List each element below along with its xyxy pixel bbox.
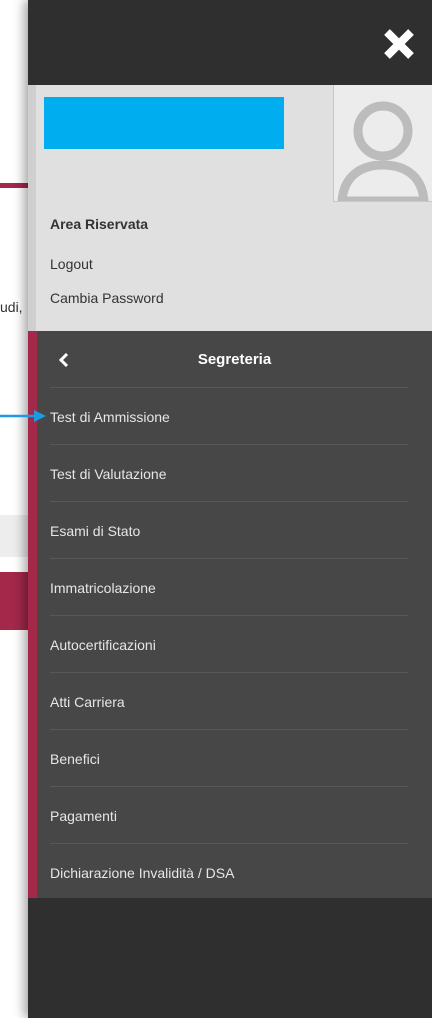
user-panel-edge [28, 85, 36, 331]
change-password-link[interactable]: Cambia Password [50, 290, 164, 306]
menu-item-label: Pagamenti [50, 808, 117, 824]
menu-divider [50, 786, 408, 787]
menu-title: Segreteria [197, 351, 272, 368]
menu-item-benefici[interactable]: Benefici [37, 729, 432, 786]
menu-divider [50, 729, 408, 730]
menu-item-label: Atti Carriera [50, 694, 125, 710]
menu-accent-bar [28, 331, 37, 898]
menu-item-test-valutazione[interactable]: Test di Valutazione [37, 444, 432, 501]
drawer-header [28, 0, 432, 85]
menu-item-dichiarazione-invalidita[interactable]: Dichiarazione Invalidità / DSA [37, 843, 432, 900]
drawer-footer [28, 898, 432, 1018]
user-panel: Area Riservata Logout Cambia Password [28, 85, 432, 331]
menu-item-label: Dichiarazione Invalidità / DSA [50, 865, 235, 881]
menu-item-autocertificazioni[interactable]: Autocertificazioni [37, 615, 432, 672]
menu-divider [50, 615, 408, 616]
menu-item-test-ammissione[interactable]: Test di Ammissione [37, 387, 432, 444]
user-avatar-icon [333, 85, 432, 202]
menu-divider [50, 558, 408, 559]
background-button[interactable] [0, 572, 30, 630]
segreteria-menu: Segreteria Test di Ammissione Test di Va… [28, 331, 432, 898]
close-icon[interactable] [382, 27, 416, 61]
menu-divider [50, 843, 408, 844]
menu-item-esami-stato[interactable]: Esami di Stato [37, 501, 432, 558]
menu-item-immatricolazione[interactable]: Immatricolazione [37, 558, 432, 615]
menu-divider [50, 501, 408, 502]
menu-item-label: Esami di Stato [50, 523, 141, 539]
background-band [0, 515, 30, 557]
logout-link[interactable]: Logout [50, 256, 93, 272]
menu-item-label: Benefici [50, 751, 100, 767]
menu-item-label: Test di Valutazione [50, 466, 167, 482]
menu-item-label: Autocertificazioni [50, 637, 156, 653]
menu-list: Test di Ammissione Test di Valutazione E… [37, 387, 432, 900]
background-accent-line [0, 183, 30, 188]
user-name-bar [44, 97, 284, 149]
side-drawer: Area Riservata Logout Cambia Password Se… [28, 0, 432, 1018]
menu-item-pagamenti[interactable]: Pagamenti [37, 786, 432, 843]
area-riservata-title: Area Riservata [50, 216, 149, 232]
menu-item-atti-carriera[interactable]: Atti Carriera [37, 672, 432, 729]
background-text-fragment: udi, [0, 299, 23, 315]
menu-header: Segreteria [37, 331, 432, 387]
menu-item-label: Test di Ammissione [50, 409, 170, 425]
menu-divider [50, 444, 408, 445]
menu-divider [50, 387, 408, 388]
menu-divider [50, 672, 408, 673]
menu-item-label: Immatricolazione [50, 580, 156, 596]
